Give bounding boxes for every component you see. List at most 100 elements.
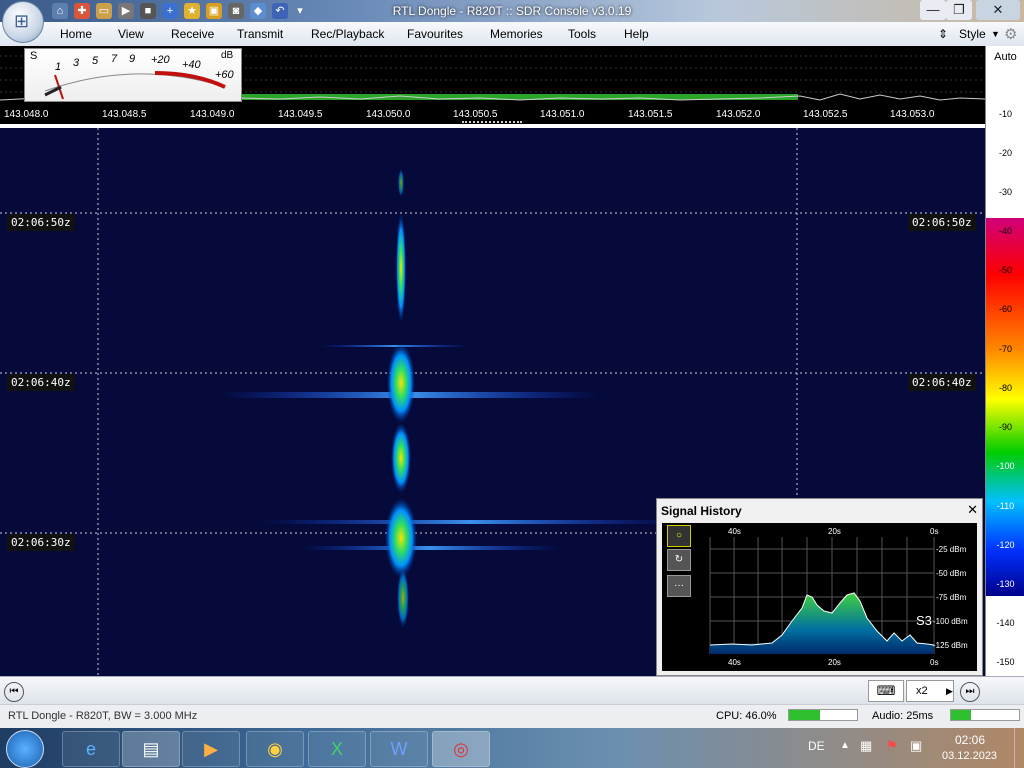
meter-tick: 5 bbox=[92, 55, 99, 67]
time-label-right: 02:06:50z bbox=[908, 214, 976, 231]
menu-memories[interactable]: Memories bbox=[490, 27, 543, 41]
meter-tick: 9 bbox=[129, 53, 136, 65]
start-button[interactable] bbox=[6, 730, 44, 768]
meter-tick: +60 bbox=[215, 69, 234, 81]
title-bar: ⌂ ✚ ▭ ▶ ■ + ★ ▣ ◙ ◆ ↶ ▾ RTL Dongle - R82… bbox=[0, 0, 1024, 22]
db-level: -120 bbox=[996, 540, 1015, 550]
audio-status: Audio: 25ms bbox=[872, 710, 934, 722]
cpu-meter bbox=[788, 709, 858, 721]
app-menu-button[interactable]: ⊞ bbox=[2, 1, 44, 43]
tray-up-icon[interactable]: ▲ bbox=[840, 740, 850, 751]
gear-icon[interactable]: ⚙ bbox=[1004, 25, 1017, 43]
freq-label: 143.049.5 bbox=[278, 109, 323, 120]
meter-tick: +20 bbox=[151, 54, 170, 66]
cpu-meter-fill bbox=[789, 710, 821, 720]
internet-explorer-icon[interactable]: e bbox=[62, 731, 120, 767]
dbm-label: -125 dBm bbox=[933, 641, 968, 650]
db-level: -70 bbox=[998, 344, 1012, 354]
db-level: -110 bbox=[996, 501, 1015, 511]
clock-date[interactable]: 03.12.2023 bbox=[942, 750, 997, 762]
time-label-left: 02:06:30z bbox=[7, 534, 75, 551]
keyboard-icon[interactable]: ⌨ bbox=[868, 680, 904, 702]
signal-history-plot: ○ ↻ ··· 40s 20s 0s 40s 20s 0s -25 dBm -5… bbox=[662, 523, 977, 671]
status-bar: RTL Dongle - R820T, BW = 3.000 MHz CPU: … bbox=[0, 704, 1024, 729]
db-level: -140 bbox=[996, 618, 1015, 628]
media-player-icon[interactable]: ▶ bbox=[182, 731, 240, 767]
menu-rec-playback[interactable]: Rec/Playback bbox=[311, 27, 384, 41]
time-axis-label: 40s bbox=[728, 527, 741, 536]
zoom-label: x2 bbox=[916, 685, 928, 697]
freq-label: 143.049.0 bbox=[190, 109, 235, 120]
fast-forward-icon[interactable]: ⏭ bbox=[960, 682, 980, 702]
dbm-label: -25 dBm bbox=[936, 545, 967, 554]
excel-icon[interactable]: X bbox=[308, 731, 366, 767]
time-axis-label: 20s bbox=[828, 527, 841, 536]
menu-favourites[interactable]: Favourites bbox=[407, 27, 463, 41]
db-level: -50 bbox=[998, 265, 1012, 275]
dbm-label: -100 dBm bbox=[933, 617, 968, 626]
meter-tick: +40 bbox=[182, 59, 201, 71]
close-button[interactable]: ✕ bbox=[976, 0, 1020, 20]
menu-help[interactable]: Help bbox=[624, 27, 649, 41]
dbm-label: -75 dBm bbox=[936, 593, 967, 602]
word-icon[interactable]: W bbox=[370, 731, 428, 767]
monitor-icon[interactable]: ▣ bbox=[910, 738, 922, 754]
language-indicator[interactable]: DE bbox=[808, 739, 825, 753]
freq-label: 143.052.5 bbox=[803, 109, 848, 120]
menu-view[interactable]: View bbox=[118, 27, 144, 41]
db-level: -40 bbox=[998, 226, 1012, 236]
level-scale[interactable]: Auto -10 -20 -30 -40 -50 -60 -70 -80 -90… bbox=[985, 46, 1024, 676]
freq-label: 143.051.5 bbox=[628, 109, 673, 120]
freq-label: 143.050.0 bbox=[366, 109, 411, 120]
db-level: -20 bbox=[998, 148, 1012, 158]
close-icon[interactable]: ✕ bbox=[967, 502, 978, 518]
file-explorer-icon[interactable]: ▤ bbox=[122, 731, 180, 767]
db-level: -80 bbox=[998, 383, 1012, 393]
style-toggle-icon[interactable]: ⇕ bbox=[938, 27, 948, 41]
app-logo-icon: ⊞ bbox=[14, 11, 30, 31]
db-level: -60 bbox=[998, 304, 1012, 314]
flag-icon[interactable]: ⚑ bbox=[886, 738, 898, 754]
chrome-icon[interactable]: ◉ bbox=[246, 731, 304, 767]
dbm-label: -50 dBm bbox=[936, 569, 967, 578]
menu-receive[interactable]: Receive bbox=[171, 27, 214, 41]
menu-tools[interactable]: Tools bbox=[568, 27, 596, 41]
signal-history-panel[interactable]: Signal History ✕ ○ ↻ ··· 40s 20s 0s 40s … bbox=[656, 498, 983, 676]
db-level: -130 bbox=[996, 579, 1015, 589]
maximize-button[interactable]: ❐ bbox=[946, 0, 972, 20]
menu-style[interactable]: Style bbox=[959, 27, 986, 41]
time-axis-label: 0s bbox=[930, 527, 939, 536]
meter-db-label: dB bbox=[221, 50, 234, 61]
freq-label: 143.053.0 bbox=[890, 109, 935, 120]
time-label-left: 02:06:40z bbox=[7, 374, 75, 391]
clock-time[interactable]: 02:06 bbox=[955, 733, 985, 747]
show-desktop-button[interactable] bbox=[1014, 728, 1024, 768]
menu-home[interactable]: Home bbox=[60, 27, 92, 41]
freq-label: 143.048.5 bbox=[102, 109, 147, 120]
db-level: -30 bbox=[998, 187, 1012, 197]
s-reading: S3 bbox=[916, 613, 932, 628]
freq-label: 143.050.5 bbox=[453, 109, 498, 120]
time-axis-label: 20s bbox=[828, 658, 841, 667]
network-icon[interactable]: ▦ bbox=[860, 738, 872, 754]
rewind-icon[interactable]: ⏮ bbox=[4, 682, 24, 702]
audio-meter-fill bbox=[951, 710, 972, 720]
menu-transmit[interactable]: Transmit bbox=[237, 27, 283, 41]
freq-label: 143.051.0 bbox=[540, 109, 585, 120]
frequency-scale[interactable]: 143.048.0 143.048.5 143.049.0 143.049.5 … bbox=[0, 106, 985, 124]
time-axis-label: 0s bbox=[930, 658, 939, 667]
style-dropdown-icon[interactable]: ▼ bbox=[991, 29, 1000, 39]
sdr-console-icon[interactable]: ◎ bbox=[432, 731, 490, 767]
minimize-button[interactable]: — bbox=[920, 0, 946, 20]
time-label-right: 02:06:40z bbox=[908, 374, 976, 391]
db-level: -100 bbox=[996, 461, 1015, 471]
db-level: -90 bbox=[998, 422, 1012, 432]
time-axis-label: 40s bbox=[728, 658, 741, 667]
zoom-button[interactable]: x2 ▶ bbox=[906, 680, 954, 702]
meter-tick: 3 bbox=[73, 57, 80, 69]
freq-label: 143.048.0 bbox=[4, 109, 49, 120]
auto-button[interactable]: Auto bbox=[986, 51, 1024, 63]
db-level: -10 bbox=[998, 109, 1012, 119]
chevron-right-icon: ▶ bbox=[946, 686, 953, 696]
window-title: RTL Dongle - R820T :: SDR Console v3.0.1… bbox=[392, 4, 632, 18]
